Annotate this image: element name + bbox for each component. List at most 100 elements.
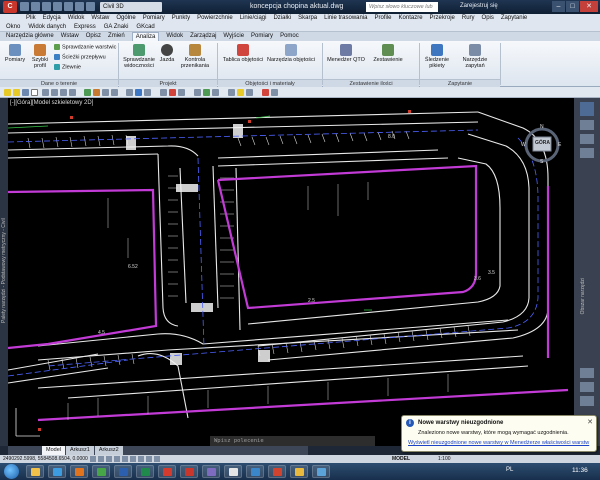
toolbar-icon[interactable]: [69, 89, 76, 96]
otrack-icon[interactable]: [130, 456, 136, 462]
menu-5[interactable]: Pomiary: [143, 14, 165, 23]
toolbar-icon[interactable]: [126, 89, 133, 96]
sciezki-przeplywu-button[interactable]: Ścieżki przepływu: [54, 54, 106, 61]
maximize-icon[interactable]: □: [566, 1, 579, 12]
tablica-objetosci-button[interactable]: Tablica objętości: [222, 44, 264, 63]
group-zestawienie-ilosci[interactable]: Zestawienie ilości: [323, 79, 419, 87]
orbit-icon[interactable]: [580, 148, 594, 158]
zlewnie-button[interactable]: Zlewnie: [54, 64, 81, 71]
ribbon-tab-2[interactable]: Opisz: [86, 32, 101, 41]
narzedzia-objetosci-button[interactable]: Narzędzia objętości: [266, 44, 316, 63]
viewcube-west[interactable]: W: [521, 142, 526, 148]
menu-8[interactable]: Linie/ciągi: [240, 14, 267, 23]
taskbar-app[interactable]: [26, 465, 44, 478]
system-clock[interactable]: 11:36: [572, 467, 588, 474]
minimize-icon[interactable]: –: [552, 1, 565, 12]
menu-1[interactable]: Edycja: [43, 14, 61, 23]
menedzer-qto-button[interactable]: Menedżer QTO: [326, 44, 366, 63]
ribbon-tab-8[interactable]: Pomiary: [251, 32, 273, 41]
polar-icon[interactable]: [114, 456, 120, 462]
menu-6[interactable]: Punkty: [172, 14, 190, 23]
menu-14[interactable]: Przekroje: [430, 14, 455, 23]
ribbon-tab-9[interactable]: Pomoc: [280, 32, 299, 41]
toolbar-icon[interactable]: [111, 89, 118, 96]
viewcube-north[interactable]: N: [540, 124, 544, 130]
taskbar-app[interactable]: [114, 465, 132, 478]
toolbar-icon[interactable]: [228, 89, 235, 96]
ribbon-tab-6[interactable]: Zarządzaj: [190, 32, 216, 41]
ribbon-tab-1[interactable]: Wstaw: [61, 32, 79, 41]
grid-icon[interactable]: [98, 456, 104, 462]
toolbar-icon[interactable]: [194, 89, 201, 96]
toolbar-icon[interactable]: [178, 89, 185, 96]
taskbar-app[interactable]: [92, 465, 110, 478]
menu-0[interactable]: Plik: [26, 14, 36, 23]
layer-bulb-icon[interactable]: [4, 89, 11, 96]
viewport-controls-label[interactable]: [-][Góra][Model szkieletowy 2D]: [10, 100, 93, 106]
taskbar-app[interactable]: [224, 465, 242, 478]
toolbar-icon[interactable]: [51, 89, 58, 96]
menu-13[interactable]: Kontazre: [399, 14, 423, 23]
sign-in-link[interactable]: Zarejestruj się: [460, 3, 498, 9]
menu2-1[interactable]: Widok danych: [28, 23, 66, 31]
szybki-profil-button[interactable]: Szybki profil: [29, 44, 51, 69]
group-objetosci[interactable]: Objętości i materiały: [218, 79, 322, 87]
toolbar-icon[interactable]: [262, 89, 269, 96]
save-icon[interactable]: [42, 2, 51, 11]
sprawdzanie-warstwic-button[interactable]: Sprawdzanie warstwic: [54, 44, 116, 51]
ribbon-tab-7[interactable]: Wyjście: [223, 32, 244, 41]
taskbar-app[interactable]: [48, 465, 66, 478]
open-icon[interactable]: [31, 2, 40, 11]
taskbar-app[interactable]: [70, 465, 88, 478]
command-line[interactable]: Wpisz polecenie: [210, 436, 375, 446]
application-menu-button[interactable]: C: [3, 1, 17, 13]
menu-3[interactable]: Wstaw: [91, 14, 109, 23]
osnap-icon[interactable]: [122, 456, 128, 462]
zoom-icon[interactable]: [580, 134, 594, 144]
settings-icon[interactable]: [580, 396, 594, 406]
toolbar-icon[interactable]: [84, 89, 91, 96]
toolbar-icon[interactable]: [160, 89, 167, 96]
taskbar-app[interactable]: [246, 465, 264, 478]
taskbar-app[interactable]: [158, 465, 176, 478]
saveas-icon[interactable]: [53, 2, 62, 11]
group-dane-o-terenie[interactable]: Dane o terenie: [0, 79, 118, 87]
drawing-area[interactable]: [-][Góra][Model szkieletowy 2D] 6.52 4.5…: [8, 98, 574, 446]
drawing-canvas[interactable]: 6.52 4.5 3.5 2.5 3.6 8.0: [8, 98, 574, 446]
toolbar-icon[interactable]: [212, 89, 219, 96]
dyn-icon[interactable]: [146, 456, 152, 462]
sledzenie-pikiety-button[interactable]: Śledzenie pikiety: [423, 44, 451, 69]
pomiary-button[interactable]: Pomiary: [3, 44, 27, 63]
viewcube-east[interactable]: E: [558, 142, 561, 148]
close-icon[interactable]: ✕: [580, 1, 598, 12]
taskbar-app[interactable]: [202, 465, 220, 478]
menu-9[interactable]: Działki: [273, 14, 291, 23]
layout-tab-2[interactable]: Arkusz2: [94, 446, 123, 455]
menu-10[interactable]: Skarpa: [298, 14, 317, 23]
full-navigation-wheel-icon[interactable]: [580, 102, 594, 116]
kontrola-przenikania-button[interactable]: Kontrola przenikania: [178, 44, 212, 69]
taskbar-app[interactable]: [312, 465, 330, 478]
taskbar-app[interactable]: [136, 465, 154, 478]
taskbar-app[interactable]: [180, 465, 198, 478]
layer-color-icon[interactable]: [31, 89, 38, 96]
toolbar-icon[interactable]: [102, 89, 109, 96]
layer-lock-icon[interactable]: [22, 89, 29, 96]
lineweight-icon[interactable]: [154, 456, 160, 462]
toolbar-icon[interactable]: [203, 89, 210, 96]
pan-icon[interactable]: [580, 120, 594, 130]
layout-tab-0[interactable]: Model: [42, 446, 65, 455]
toolbar-icon[interactable]: [135, 89, 142, 96]
layer-notification-balloon[interactable]: i Nowe warstwy nieuzgodnione ✕ Znalezion…: [401, 415, 597, 452]
toolbar-icon[interactable]: [271, 89, 278, 96]
toolspace-panel[interactable]: Obszar narzędzi: [574, 98, 600, 446]
menu-12[interactable]: Profile: [375, 14, 392, 23]
menu-11[interactable]: Linie trasowania: [324, 14, 367, 23]
ribbon-tab-5[interactable]: Widok: [166, 32, 183, 41]
language-indicator[interactable]: PL: [506, 467, 513, 473]
menu-7[interactable]: Powierzchnie: [197, 14, 233, 23]
menu-17[interactable]: Zapytanie: [501, 14, 527, 23]
ortho-icon[interactable]: [106, 456, 112, 462]
toolbar-icon[interactable]: [93, 89, 100, 96]
zestawienie-button[interactable]: Zestawienie: [368, 44, 408, 63]
